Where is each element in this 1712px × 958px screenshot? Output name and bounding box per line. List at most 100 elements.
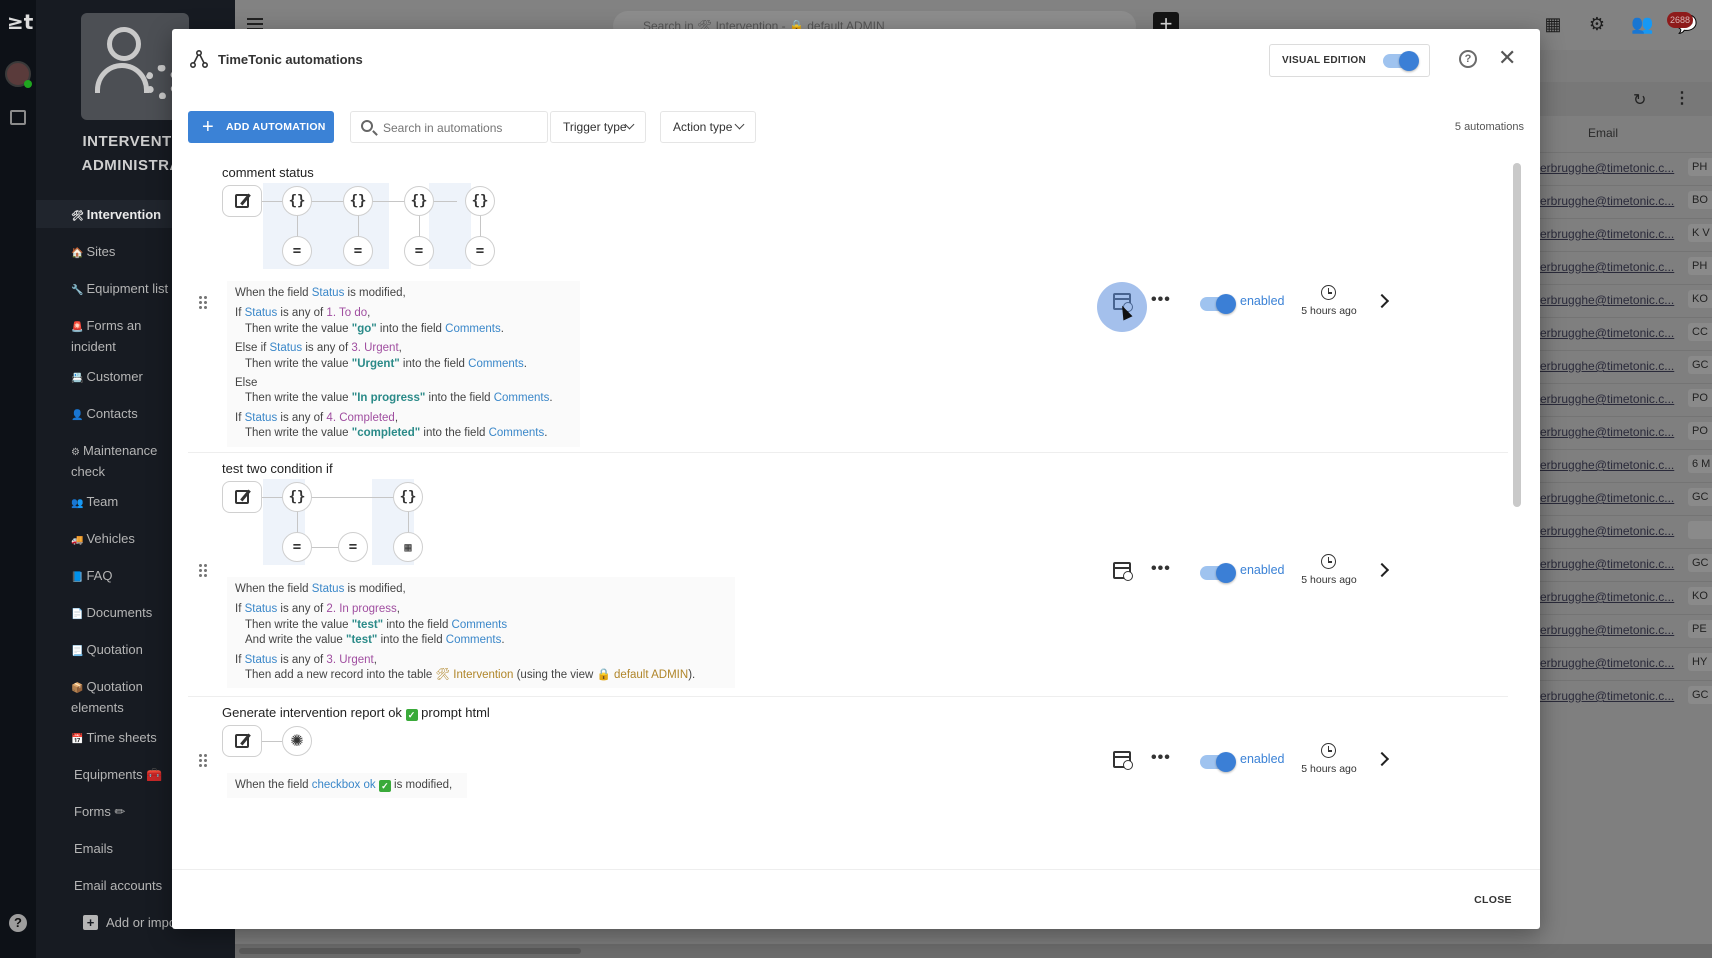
trigger-node[interactable] bbox=[222, 185, 262, 217]
visual-edition-toggle[interactable] bbox=[1383, 51, 1419, 71]
sidebar-item-icon: ⚙ bbox=[71, 447, 80, 458]
close-button[interactable]: CLOSE bbox=[1464, 886, 1522, 914]
email-cell[interactable]: erbrugghe@timetonic.c... bbox=[1540, 623, 1674, 637]
table-row[interactable]: erbrugghe@timetonic.c... bbox=[1540, 515, 1712, 545]
table-row[interactable]: erbrugghe@timetonic.c... PO bbox=[1540, 416, 1712, 446]
email-cell[interactable]: erbrugghe@timetonic.c... bbox=[1540, 458, 1674, 472]
automation-search-input[interactable] bbox=[383, 118, 543, 138]
users-icon[interactable]: 👥 bbox=[1631, 14, 1653, 34]
column-header-email[interactable]: Email bbox=[1588, 126, 1618, 140]
add-or-import-button[interactable]: + Add or impo bbox=[83, 915, 176, 930]
chevron-right-icon[interactable] bbox=[1374, 562, 1390, 578]
condition-node[interactable]: {} bbox=[465, 186, 495, 216]
automation-search[interactable] bbox=[350, 111, 548, 143]
sidebar-item-icon: 🚚 bbox=[71, 535, 84, 546]
email-cell[interactable]: erbrugghe@timetonic.c... bbox=[1540, 491, 1674, 505]
table-row[interactable]: erbrugghe@timetonic.c... CC bbox=[1540, 317, 1712, 347]
chevron-down-icon bbox=[734, 119, 745, 130]
visual-edition-switch[interactable]: VISUAL EDITION bbox=[1269, 44, 1430, 77]
table-row[interactable]: erbrugghe@timetonic.c... 6 M bbox=[1540, 449, 1712, 479]
more-options-icon[interactable]: ••• bbox=[1151, 560, 1171, 578]
automation-list[interactable]: comment status {} {} {} {} = = = = When … bbox=[172, 157, 1540, 869]
table-row[interactable]: erbrugghe@timetonic.c... K V bbox=[1540, 218, 1712, 248]
write-value-node[interactable]: = bbox=[343, 236, 373, 266]
more-options-icon[interactable]: ••• bbox=[1151, 291, 1171, 309]
enabled-toggle[interactable] bbox=[1200, 563, 1236, 583]
sidebar-item-icon: 🛠 bbox=[71, 211, 84, 222]
email-cell[interactable]: erbrugghe@timetonic.c... bbox=[1540, 194, 1674, 208]
chevron-right-icon[interactable] bbox=[1374, 293, 1390, 309]
condition-node[interactable]: {} bbox=[282, 186, 312, 216]
table-row[interactable]: erbrugghe@timetonic.c... KO bbox=[1540, 284, 1712, 314]
email-cell[interactable]: erbrugghe@timetonic.c... bbox=[1540, 260, 1674, 274]
trigger-node[interactable] bbox=[222, 481, 262, 513]
schedule-history-icon[interactable] bbox=[1113, 562, 1133, 581]
chevron-right-icon[interactable] bbox=[1374, 751, 1390, 767]
table-view-icon[interactable]: ▦ bbox=[1543, 14, 1563, 34]
automation-card[interactable]: test two condition if {} {} = = ▦ When t… bbox=[188, 453, 1508, 697]
email-cell[interactable]: erbrugghe@timetonic.c... bbox=[1540, 425, 1674, 439]
email-cell[interactable]: erbrugghe@timetonic.c... bbox=[1540, 227, 1674, 241]
table-row[interactable]: erbrugghe@timetonic.c... BO bbox=[1540, 185, 1712, 215]
help-icon[interactable]: ? bbox=[9, 914, 27, 932]
automation-description: When the field Status is modified, If St… bbox=[227, 577, 735, 689]
value-name: 3. Urgent bbox=[326, 653, 374, 666]
schedule-history-icon[interactable] bbox=[1113, 751, 1133, 770]
text: . bbox=[544, 427, 548, 440]
condition-node[interactable]: {} bbox=[393, 482, 423, 512]
email-cell[interactable]: erbrugghe@timetonic.c... bbox=[1540, 656, 1674, 670]
enabled-toggle[interactable] bbox=[1200, 752, 1236, 772]
table-row[interactable]: erbrugghe@timetonic.c... PE bbox=[1540, 614, 1712, 644]
automation-icon bbox=[190, 50, 208, 68]
table-row[interactable]: erbrugghe@timetonic.c... KO bbox=[1540, 581, 1712, 611]
email-cell[interactable]: erbrugghe@timetonic.c... bbox=[1540, 524, 1674, 538]
sidebar-item-label: Forms ✏ bbox=[74, 804, 126, 819]
action-type-dropdown[interactable]: Action type bbox=[660, 111, 756, 143]
help-circle-icon[interactable]: ? bbox=[1459, 50, 1477, 68]
email-cell[interactable]: erbrugghe@timetonic.c... bbox=[1540, 590, 1674, 604]
more-vertical-icon[interactable]: ⋮ bbox=[1674, 88, 1690, 108]
email-cell[interactable]: erbrugghe@timetonic.c... bbox=[1540, 326, 1674, 340]
condition-node[interactable]: {} bbox=[343, 186, 373, 216]
table-row[interactable]: erbrugghe@timetonic.c... GC bbox=[1540, 680, 1712, 710]
email-cell[interactable]: erbrugghe@timetonic.c... bbox=[1540, 689, 1674, 703]
table-row[interactable]: erbrugghe@timetonic.c... PH bbox=[1540, 152, 1712, 182]
email-cell[interactable]: erbrugghe@timetonic.c... bbox=[1540, 161, 1674, 175]
email-cell[interactable]: erbrugghe@timetonic.c... bbox=[1540, 392, 1674, 406]
add-or-import-label: Add or impo bbox=[106, 915, 177, 930]
condition-node[interactable]: {} bbox=[404, 186, 434, 216]
table-row[interactable]: erbrugghe@timetonic.c... PH bbox=[1540, 251, 1712, 281]
table-row[interactable]: erbrugghe@timetonic.c... HY bbox=[1540, 647, 1712, 677]
email-cell[interactable]: erbrugghe@timetonic.c... bbox=[1540, 359, 1674, 373]
settings-gear-icon[interactable]: ⚙ bbox=[1587, 14, 1607, 34]
scrollbar-thumb[interactable] bbox=[239, 948, 581, 954]
write-value-node[interactable]: = bbox=[404, 236, 434, 266]
quoted-value: "go" bbox=[351, 322, 377, 335]
online-status-dot bbox=[24, 80, 32, 88]
write-value-node[interactable]: = bbox=[465, 236, 495, 266]
automation-card[interactable]: comment status {} {} {} {} = = = = When … bbox=[188, 157, 1508, 453]
email-cell[interactable]: erbrugghe@timetonic.c... bbox=[1540, 293, 1674, 307]
more-options-icon[interactable]: ••• bbox=[1151, 749, 1171, 767]
add-automation-button[interactable]: + ADD AUTOMATION bbox=[188, 111, 334, 143]
close-icon[interactable]: ✕ bbox=[1498, 47, 1516, 69]
enabled-toggle[interactable] bbox=[1200, 294, 1236, 314]
last-run-time: 5 hours ago bbox=[1301, 574, 1357, 586]
table-row[interactable]: erbrugghe@timetonic.c... GC bbox=[1540, 350, 1712, 380]
write-value-node[interactable]: = bbox=[282, 236, 312, 266]
table-row[interactable]: erbrugghe@timetonic.c... PO bbox=[1540, 383, 1712, 413]
sidebar-item-icon: 📇 bbox=[71, 373, 84, 384]
table-row[interactable]: erbrugghe@timetonic.c... GC bbox=[1540, 482, 1712, 512]
horizontal-scrollbar[interactable] bbox=[235, 944, 1712, 958]
table-row[interactable]: erbrugghe@timetonic.c... GC bbox=[1540, 548, 1712, 578]
text: And write the value bbox=[245, 634, 347, 647]
refresh-icon[interactable]: ↻ bbox=[1633, 90, 1646, 110]
automation-card[interactable]: Generate intervention report ok ✓ prompt… bbox=[188, 697, 1508, 869]
email-cell[interactable]: erbrugghe@timetonic.c... bbox=[1540, 557, 1674, 571]
trigger-type-dropdown[interactable]: Trigger type bbox=[550, 111, 646, 143]
list-scrollbar-thumb[interactable] bbox=[1513, 163, 1521, 507]
calendar-icon[interactable] bbox=[10, 110, 26, 125]
app-logo[interactable]: ≥t bbox=[7, 10, 33, 34]
condition-node[interactable]: {} bbox=[282, 482, 312, 512]
toggle-knob bbox=[1216, 294, 1236, 314]
